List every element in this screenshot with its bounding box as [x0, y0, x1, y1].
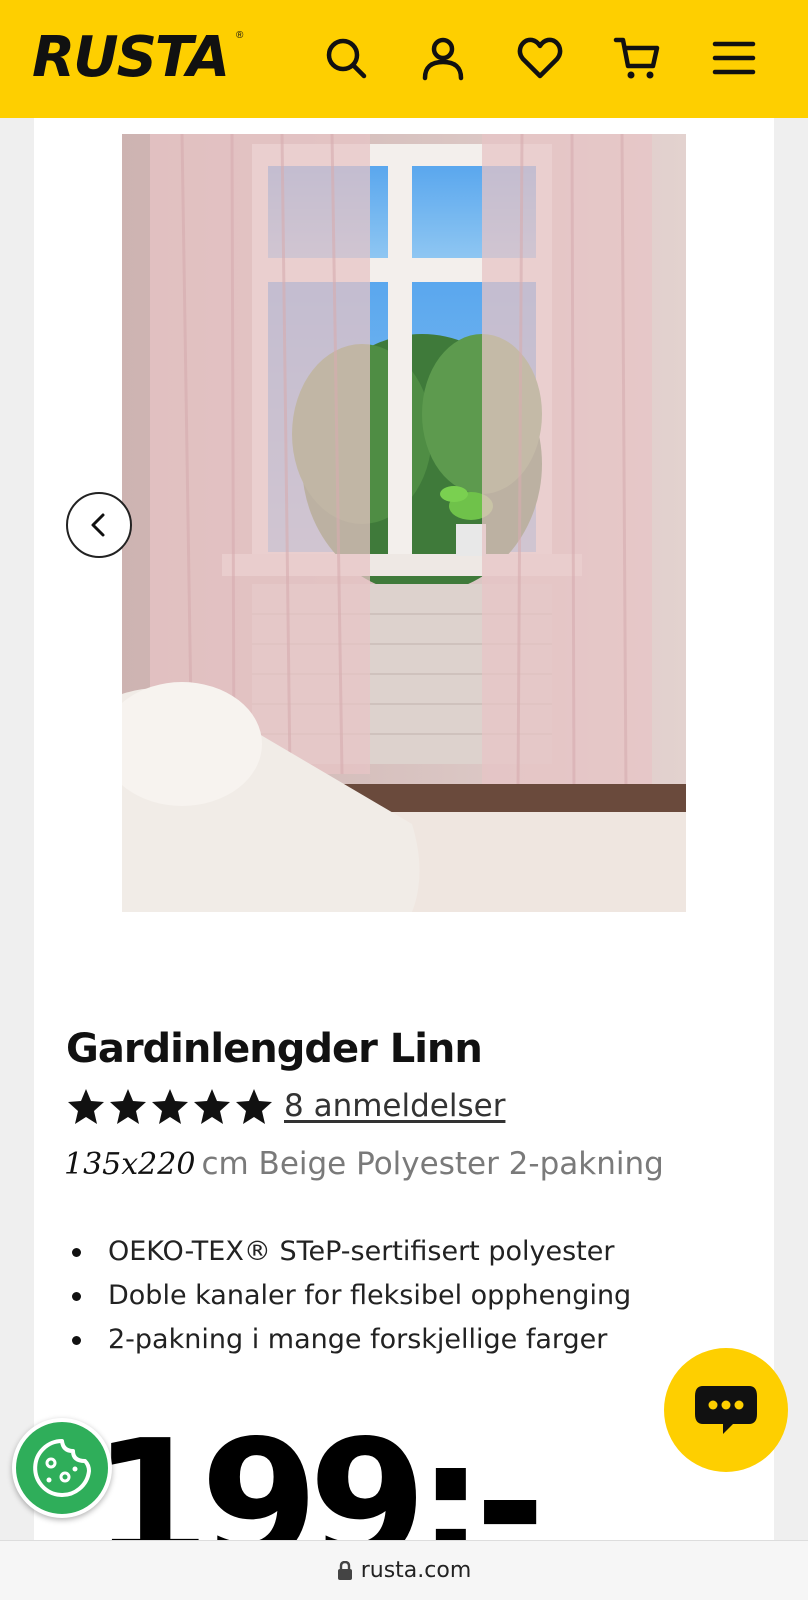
cookie-settings-button[interactable]	[12, 1418, 112, 1518]
variant-description: cm Beige Polyester 2-pakning	[201, 1146, 664, 1182]
site-header: RUSTA ®	[0, 0, 808, 118]
variant-size: 135x220	[64, 1147, 196, 1182]
account-icon[interactable]	[417, 28, 469, 88]
cookie-icon	[33, 1439, 91, 1497]
menu-icon[interactable]	[708, 28, 760, 88]
feature-list: OEKO-TEX® STeP-sertifisert polyester Dob…	[70, 1230, 631, 1362]
logo-registered-mark: ®	[236, 30, 244, 41]
star-icon	[194, 1089, 230, 1124]
star-icon	[152, 1089, 188, 1124]
list-item: OEKO-TEX® STeP-sertifisert polyester	[70, 1230, 631, 1274]
star-icon	[110, 1089, 146, 1124]
chat-bubble-icon	[695, 1386, 757, 1434]
list-item: 2-pakning i mange forskjellige farger	[70, 1318, 631, 1362]
product-variant: 135x220 cm Beige Polyester 2-pakning	[64, 1146, 664, 1182]
star-icon	[236, 1089, 272, 1124]
product-title: Gardinlengder Linn	[66, 1026, 483, 1072]
previous-image-button[interactable]	[66, 492, 132, 558]
product-image[interactable]	[122, 134, 686, 912]
cart-icon[interactable]	[611, 28, 663, 88]
heart-icon[interactable]	[514, 28, 566, 88]
chat-button[interactable]	[664, 1348, 788, 1472]
star-icon	[68, 1089, 104, 1124]
chevron-left-icon	[91, 513, 105, 537]
list-item: Doble kanaler for fleksibel opphenging	[70, 1274, 631, 1318]
url-text: rusta.com	[360, 1558, 472, 1583]
rusta-logo[interactable]: RUSTA	[32, 22, 230, 94]
reviews-link[interactable]: 8 anmeldelser	[284, 1088, 505, 1124]
lock-icon	[337, 1560, 352, 1580]
browser-url-bar[interactable]: rusta.com	[0, 1540, 808, 1600]
rating-stars	[66, 1086, 274, 1126]
search-icon[interactable]	[320, 28, 372, 88]
